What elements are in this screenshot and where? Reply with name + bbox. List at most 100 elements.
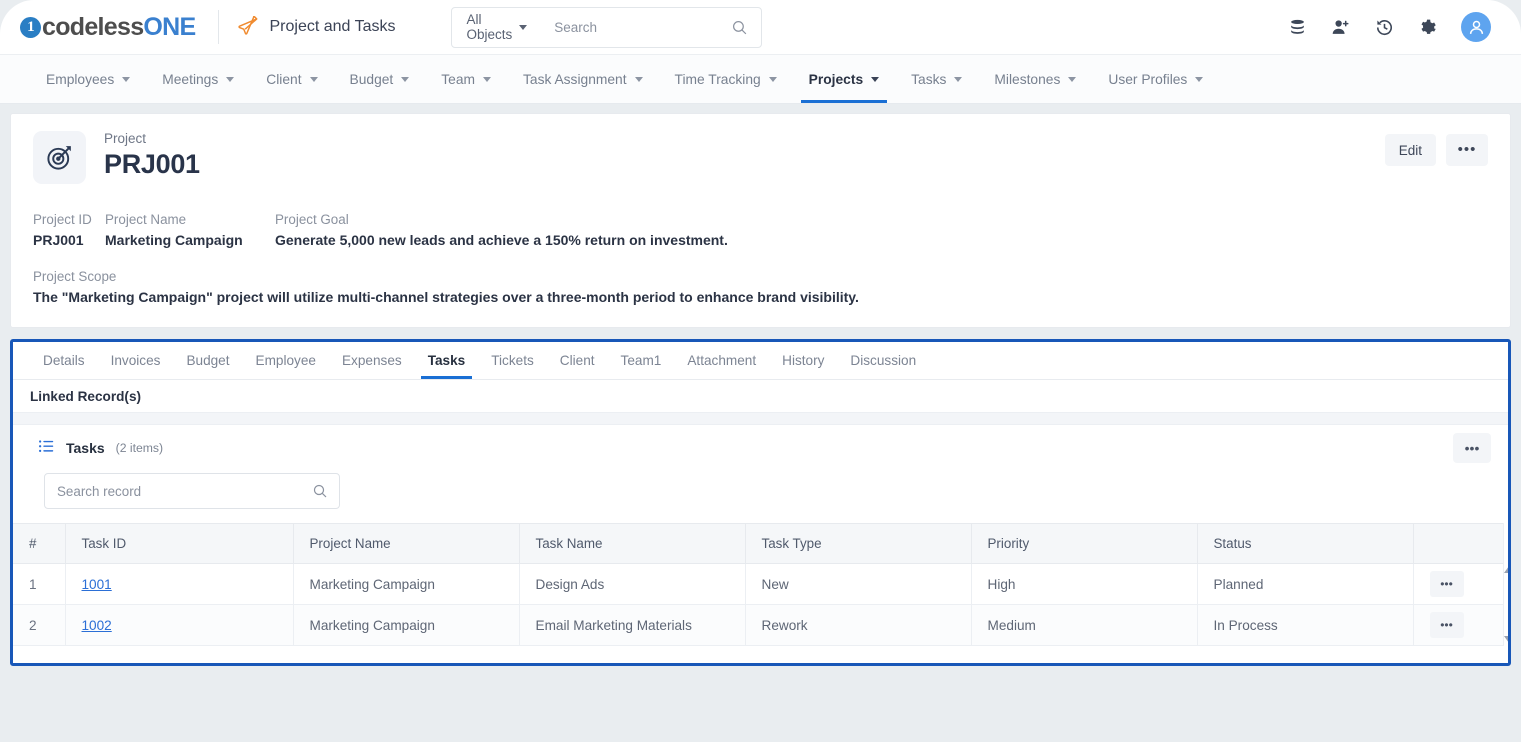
table-row[interactable]: 1 1001 Marketing Campaign Design Ads New… [13,563,1503,605]
cell-project-name: Marketing Campaign [293,563,520,605]
cell-status: In Process [1197,604,1414,646]
column-header-task-name[interactable]: Task Name [519,523,746,564]
chevron-down-icon [768,76,777,82]
nav-label: Task Assignment [523,71,627,87]
section-divider-band [13,412,1508,425]
nav-label: Employees [46,71,115,87]
nav-item-client[interactable]: Client [250,55,333,103]
search-icon[interactable] [731,19,762,36]
record-more-button[interactable]: ••• [1446,134,1488,166]
field-label: Project ID [33,212,92,227]
tasks-list-header: Tasks (2 items) ••• [13,425,1508,471]
tasks-table: # Task ID Project Name Task Name Task Ty… [13,523,1503,646]
target-icon [33,131,86,184]
tab-history[interactable]: History [769,342,837,379]
cell-task-id: 1002 [65,604,294,646]
tab-tickets[interactable]: Tickets [478,342,547,379]
tasks-list-more-button[interactable]: ••• [1453,433,1491,463]
gear-icon[interactable] [1418,18,1437,37]
table-row[interactable]: 2 1002 Marketing Campaign Email Marketin… [13,604,1503,646]
column-header-project-name[interactable]: Project Name [293,523,520,564]
nav-item-employees[interactable]: Employees [30,55,146,103]
tab-attachment[interactable]: Attachment [674,342,769,379]
row-more-button[interactable]: ••• [1429,612,1464,638]
field-project-scope: Project Scope The "Marketing Campaign" p… [33,269,1488,305]
nav-item-task-assignment[interactable]: Task Assignment [507,55,659,103]
nav-label: Tasks [911,71,947,87]
tab-details[interactable]: Details [30,342,98,379]
task-id-link[interactable]: 1001 [82,577,112,592]
main-navigation: Employees Meetings Client Budget Team Ta… [0,55,1521,104]
nav-item-budget[interactable]: Budget [334,55,426,103]
tab-tasks[interactable]: Tasks [415,342,479,379]
cell-status: Planned [1197,563,1414,605]
scroll-down-arrow-icon[interactable] [1504,636,1508,643]
list-item-count: (2 items) [115,441,164,455]
chevron-down-icon [226,76,235,82]
tab-team1[interactable]: Team1 [608,342,675,379]
nav-item-meetings[interactable]: Meetings [146,55,250,103]
search-input[interactable] [540,19,732,35]
tab-label: Team1 [620,353,662,368]
cell-index: 1 [13,563,66,605]
row-more-button[interactable]: ••• [1429,571,1464,597]
table-vertical-scrollbar[interactable] [1503,523,1508,646]
field-project-id: Project ID PRJ001 [33,212,105,248]
tab-invoices[interactable]: Invoices [98,342,174,379]
page-title: PRJ001 [104,149,200,179]
nav-item-milestones[interactable]: Milestones [978,55,1092,103]
database-icon[interactable] [1288,18,1307,37]
linked-records-heading: Linked Record(s) [13,380,1508,412]
chevron-down-icon [122,76,131,82]
app-title: Project and Tasks [237,16,396,38]
tab-label: Employee [255,353,316,368]
nav-item-user-profiles[interactable]: User Profiles [1092,55,1219,103]
tab-label: Discussion [850,353,917,368]
tab-employee[interactable]: Employee [243,342,329,379]
history-icon[interactable] [1375,18,1394,37]
column-header-task-id[interactable]: Task ID [65,523,294,564]
nav-label: Team [441,71,476,87]
tab-label: Details [43,353,85,368]
column-header-status[interactable]: Status [1197,523,1414,564]
nav-item-team[interactable]: Team [425,55,507,103]
list-icon [38,438,55,458]
tab-client[interactable]: Client [547,342,608,379]
header-divider [217,10,219,44]
tab-budget[interactable]: Budget [173,342,242,379]
related-tabs: Details Invoices Budget Employee Expense… [13,342,1508,380]
cell-index: 2 [13,604,66,646]
logo-text-primary: codeless [42,12,144,41]
related-tabs-panel: Details Invoices Budget Employee Expense… [10,339,1511,666]
chevron-down-icon [871,76,880,82]
app-window: 1 codeless ONE Project and Tasks All Obj… [0,0,1521,742]
user-avatar[interactable] [1461,12,1491,42]
tab-discussion[interactable]: Discussion [837,342,929,379]
record-fields: Project ID PRJ001 Project Name Marketing… [33,212,1488,248]
nav-label: Client [266,71,302,87]
task-id-link[interactable]: 1002 [82,618,112,633]
nav-item-projects[interactable]: Projects [793,55,895,103]
nav-item-tasks[interactable]: Tasks [895,55,978,103]
column-header-task-type[interactable]: Task Type [745,523,972,564]
search-record-input[interactable] [45,483,312,499]
tab-expenses[interactable]: Expenses [329,342,415,379]
scroll-up-arrow-icon[interactable] [1504,566,1508,573]
object-filter-dropdown[interactable]: All Objects [452,8,541,47]
nav-item-time-tracking[interactable]: Time Tracking [659,55,793,103]
chevron-down-icon [1195,76,1204,82]
cell-project-name: Marketing Campaign [293,604,520,646]
edit-button[interactable]: Edit [1384,134,1436,166]
search-icon[interactable] [312,483,339,499]
tab-label: Expenses [341,353,402,368]
header-actions [1288,12,1503,42]
field-value: Generate 5,000 new leads and achieve a 1… [275,232,728,248]
cell-task-id: 1001 [65,563,294,605]
cell-actions: ••• [1413,604,1503,646]
tab-label: Tasks [427,353,466,368]
column-header-index[interactable]: # [13,523,66,564]
column-header-priority[interactable]: Priority [971,523,1198,564]
column-header-actions [1413,523,1503,564]
add-user-icon[interactable] [1331,18,1351,37]
app-logo[interactable]: 1 codeless ONE [20,13,196,42]
